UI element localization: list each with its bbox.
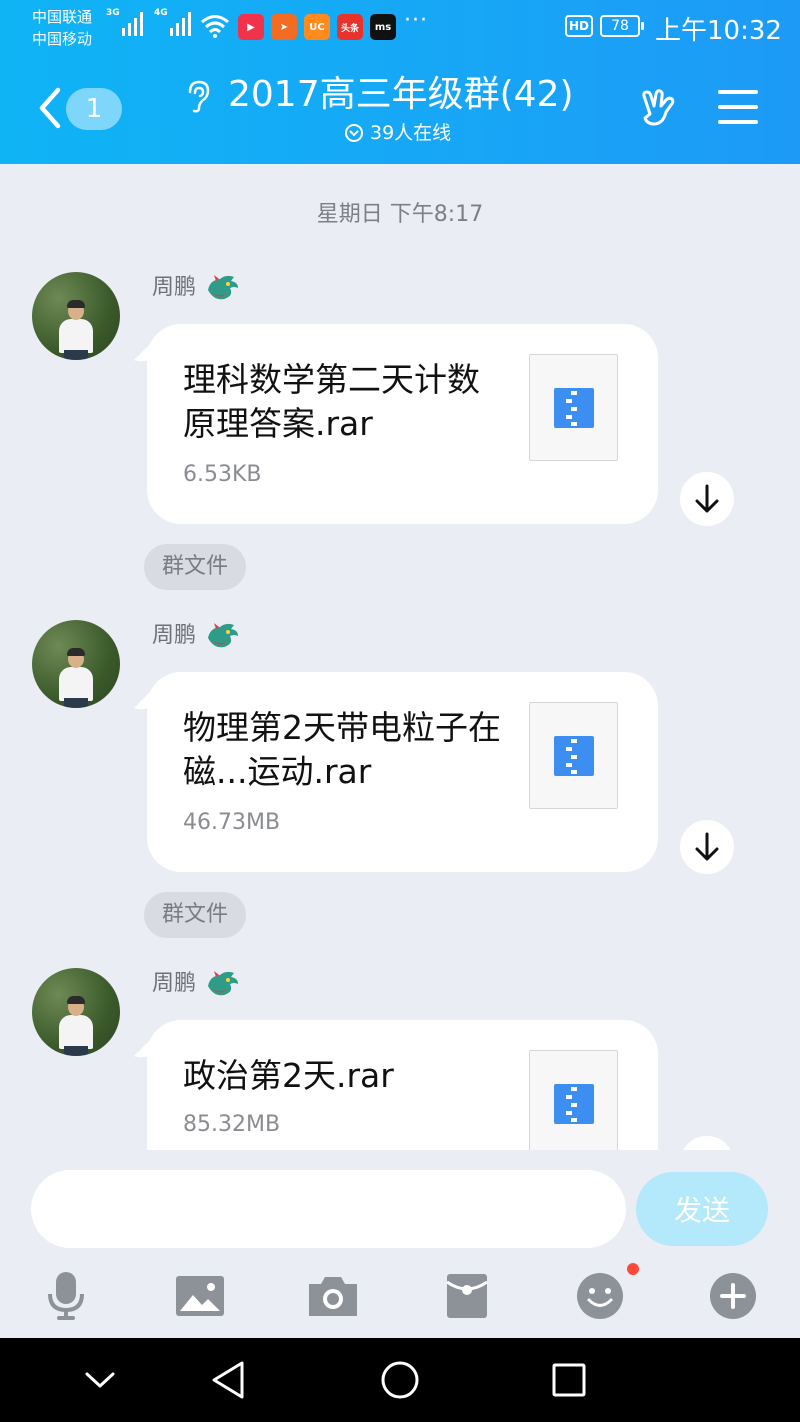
back-chevron-icon[interactable] bbox=[36, 86, 62, 130]
net-type-2: 4G bbox=[154, 8, 168, 18]
file-bubble[interactable]: 政治第2天.rar 85.32MB bbox=[147, 1020, 658, 1150]
sender-name: 周鹏 bbox=[152, 971, 197, 996]
camera-icon[interactable] bbox=[303, 1268, 363, 1324]
plus-icon[interactable] bbox=[703, 1268, 763, 1324]
unread-count-badge[interactable]: 1 bbox=[66, 88, 122, 130]
download-arrow-icon bbox=[695, 484, 719, 513]
chevron-circle-icon bbox=[345, 124, 363, 142]
file-size: 6.53KB bbox=[183, 462, 262, 487]
zip-file-icon bbox=[529, 354, 618, 461]
dragon-badge-icon bbox=[208, 275, 239, 300]
status-time: 上午10:32 bbox=[655, 16, 782, 46]
recents-icon[interactable] bbox=[547, 1358, 591, 1402]
dragon-badge-icon bbox=[208, 623, 239, 648]
net-type-1: 3G bbox=[106, 8, 120, 18]
battery-icon: 78 bbox=[600, 15, 644, 37]
home-icon[interactable] bbox=[378, 1358, 422, 1402]
send-app-icon: ➤ bbox=[271, 14, 297, 40]
online-count: 39人在线 bbox=[370, 122, 452, 144]
ear-icon[interactable] bbox=[180, 78, 216, 114]
input-bar: 发送 bbox=[0, 1150, 800, 1338]
sender-row: 周鹏 bbox=[152, 272, 242, 304]
file-size: 85.32MB bbox=[183, 1112, 281, 1137]
file-name: 政治第2天.rar bbox=[183, 1056, 394, 1095]
avatar[interactable] bbox=[32, 968, 120, 1056]
more-notifications: ··· bbox=[404, 8, 428, 33]
avatar[interactable] bbox=[32, 620, 120, 708]
zip-file-icon bbox=[529, 702, 618, 809]
download-arrow-icon bbox=[695, 832, 719, 861]
file-size: 46.73MB bbox=[183, 810, 281, 835]
signal-3g-icon: 3G bbox=[106, 8, 143, 36]
download-button[interactable] bbox=[680, 472, 734, 526]
download-button[interactable] bbox=[680, 1136, 734, 1150]
image-icon[interactable] bbox=[170, 1268, 230, 1324]
wifi-icon bbox=[201, 15, 229, 38]
emoji-icon[interactable] bbox=[570, 1268, 630, 1324]
status-bar: 中国联通 中国移动 3G 4G ▶ ➤ UC 头条 ms ··· HD 78 上… bbox=[0, 0, 800, 56]
zip-file-icon bbox=[529, 1050, 618, 1150]
group-file-tag[interactable]: 群文件 bbox=[144, 892, 247, 938]
video-app-icon: ▶ bbox=[238, 14, 264, 40]
back-icon[interactable] bbox=[206, 1358, 250, 1402]
emoji-new-badge bbox=[627, 1263, 639, 1275]
sender-row: 周鹏 bbox=[152, 968, 242, 1000]
avatar[interactable] bbox=[32, 272, 120, 360]
online-status[interactable]: 39人在线 bbox=[344, 120, 451, 146]
download-button[interactable] bbox=[680, 820, 734, 874]
file-name: 理科数学第二天计数原理答案.rar bbox=[183, 360, 480, 443]
menu-icon[interactable] bbox=[718, 90, 758, 124]
date-divider: 星期日 下午8:17 bbox=[316, 202, 484, 227]
carrier-labels: 中国联通 中国移动 bbox=[32, 6, 92, 50]
app-header: 中国联通 中国移动 3G 4G ▶ ➤ UC 头条 ms ··· HD 78 上… bbox=[0, 0, 800, 164]
file-name: 物理第2天带电粒子在磁...运动.rar bbox=[183, 708, 501, 791]
file-bubble[interactable]: 物理第2天带电粒子在磁...运动.rar 46.73MB bbox=[147, 672, 658, 872]
hd-voice-badge: HD bbox=[565, 15, 594, 37]
toutiao-icon: 头条 bbox=[337, 14, 363, 40]
signal-4g-icon: 4G bbox=[154, 8, 191, 36]
carrier-1: 中国联通 bbox=[32, 8, 93, 26]
microphone-icon[interactable] bbox=[36, 1268, 96, 1324]
sender-name: 周鹏 bbox=[152, 275, 197, 300]
group-title[interactable]: 2017高三年级群(42) bbox=[228, 70, 574, 120]
file-bubble[interactable]: 理科数学第二天计数原理答案.rar 6.53KB bbox=[147, 324, 658, 524]
group-file-tag[interactable]: 群文件 bbox=[144, 544, 247, 590]
sender-row: 周鹏 bbox=[152, 620, 242, 652]
sender-name: 周鹏 bbox=[152, 623, 197, 648]
hide-keyboard-icon[interactable] bbox=[78, 1358, 122, 1402]
red-packet-icon[interactable] bbox=[437, 1268, 497, 1324]
love-hand-icon[interactable] bbox=[636, 84, 682, 130]
dragon-badge-icon bbox=[208, 971, 239, 996]
uc-browser-icon: UC bbox=[304, 14, 330, 40]
system-nav-bar bbox=[0, 1338, 800, 1422]
ms-app-icon: ms bbox=[370, 14, 396, 40]
send-button[interactable]: 发送 bbox=[636, 1172, 768, 1246]
chat-area[interactable]: 星期日 下午8:17 周鹏 理科数学第二天计数原理答案.rar 6.53KB 群… bbox=[0, 164, 800, 1150]
carrier-2: 中国移动 bbox=[32, 30, 93, 48]
message-input[interactable] bbox=[31, 1170, 626, 1248]
